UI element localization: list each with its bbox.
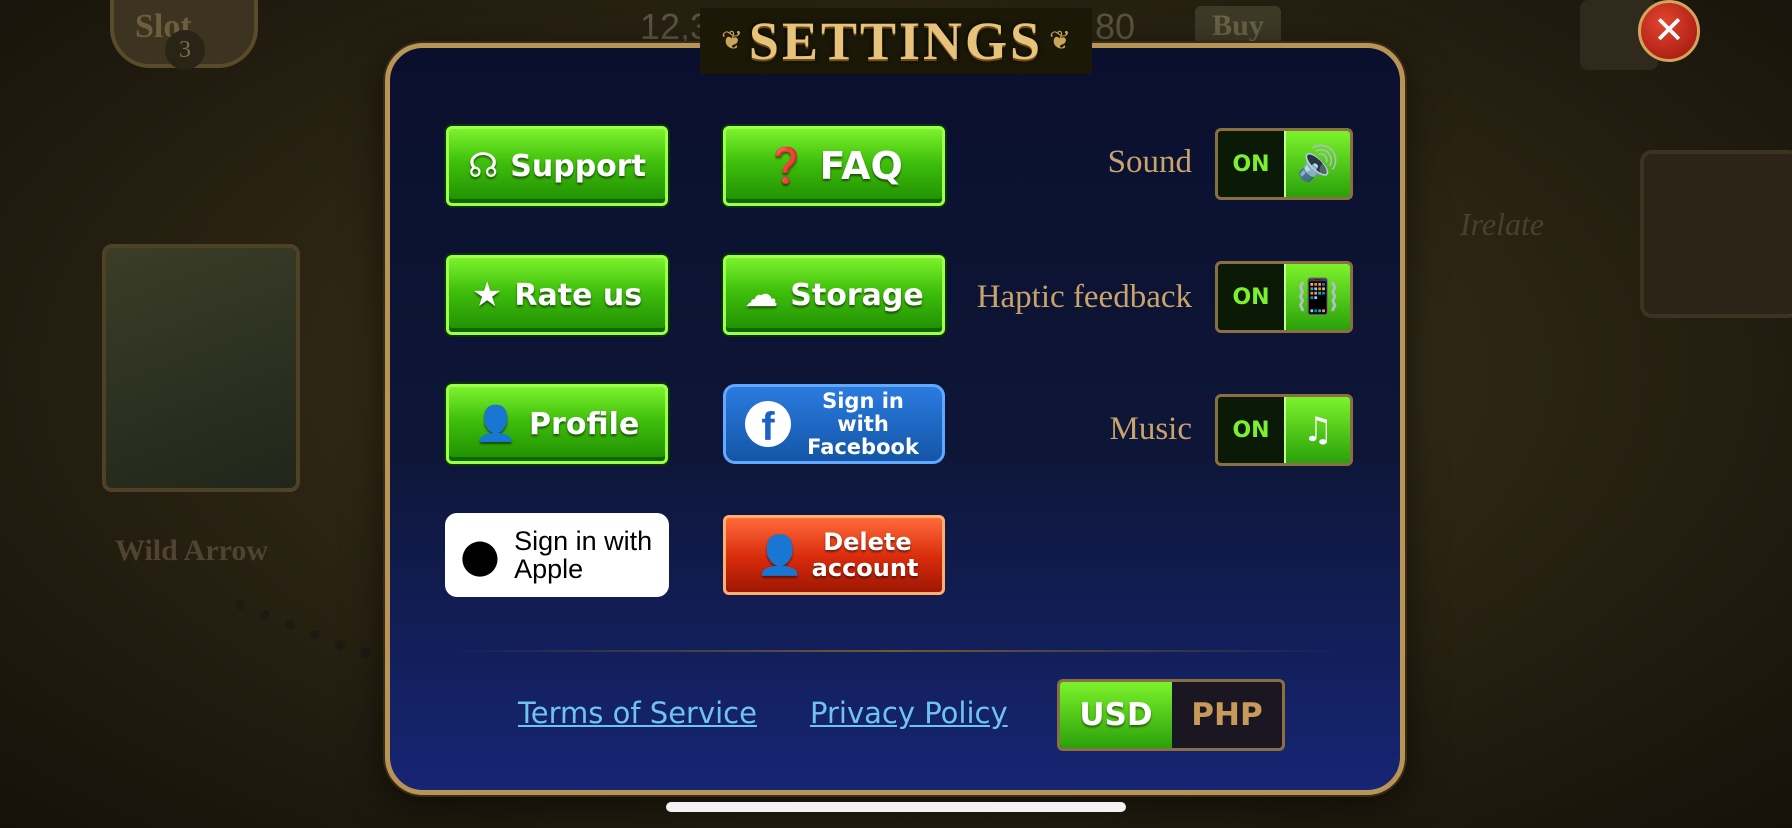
rate-us-label: Rate us [514,277,643,313]
settings-title: SETTINGS [748,11,1044,71]
question-tag-icon: ❓ [765,146,808,186]
speaker-icon: 🔊 [1284,131,1350,197]
ornament-left-icon: ❦ [721,26,743,56]
facebook-logo-icon: f [745,401,791,449]
music-label: Music [1109,411,1193,447]
hero-card [102,244,300,492]
settings-title-banner: ❦ SETTINGS ❦ [700,8,1092,74]
currency-switch[interactable]: USD PHP [1057,679,1285,751]
chest-icon [1640,150,1792,318]
map-label: Irelate [1460,206,1545,242]
gem-balance: 80 [1095,6,1136,47]
sound-toggle[interactable]: ON 🔊 [1215,128,1353,200]
music-state: ON [1232,417,1270,443]
terms-of-service-link[interactable]: Terms of Service [518,696,757,730]
phone-vibrate-icon: 📳 [1284,264,1350,330]
delete-user-icon: 👤 [756,533,804,577]
faq-label: FAQ [819,144,903,188]
currency-php-option[interactable]: PHP [1172,682,1282,748]
sound-label: Sound [1107,144,1192,180]
close-icon[interactable]: ✕ [1638,0,1700,62]
music-note-icon: ♫ [1284,397,1350,463]
privacy-policy-link[interactable]: Privacy Policy [810,696,1008,730]
haptic-state: ON [1232,284,1270,310]
haptic-label: Haptic feedback [976,279,1192,315]
music-toggle[interactable]: ON ♫ [1215,394,1353,466]
headset-icon: ☊ [468,146,499,186]
level-number: 3 [165,30,205,70]
delete-label: Delete account [811,528,919,582]
apple-label: Sign in with Apple [514,526,653,584]
delete-account-button[interactable]: 👤 Delete account [723,515,945,595]
home-indicator[interactable] [666,802,1126,812]
support-button[interactable]: ☊ Support [446,126,668,206]
rate-us-button[interactable]: ★ Rate us [446,255,668,335]
ornament-right-icon: ❦ [1049,26,1071,56]
star-icon: ★ [471,275,503,315]
apple-logo-icon: ● [459,528,501,582]
sign-in-apple-button[interactable]: ● Sign in with Apple [445,513,669,597]
profile-button[interactable]: 👤 Profile [446,384,668,464]
buy-button: Buy [1195,6,1281,46]
sound-state: ON [1232,151,1270,177]
cloud-download-icon: ☁ [744,275,779,315]
hero-card-title: Wild Arrow [115,534,269,567]
currency-usd-option[interactable]: USD [1060,682,1172,748]
support-label: Support [510,148,646,184]
haptic-toggle[interactable]: ON 📳 [1215,261,1353,333]
profile-label: Profile [529,406,640,442]
divider [445,650,1345,652]
person-icon: 👤 [474,404,518,444]
